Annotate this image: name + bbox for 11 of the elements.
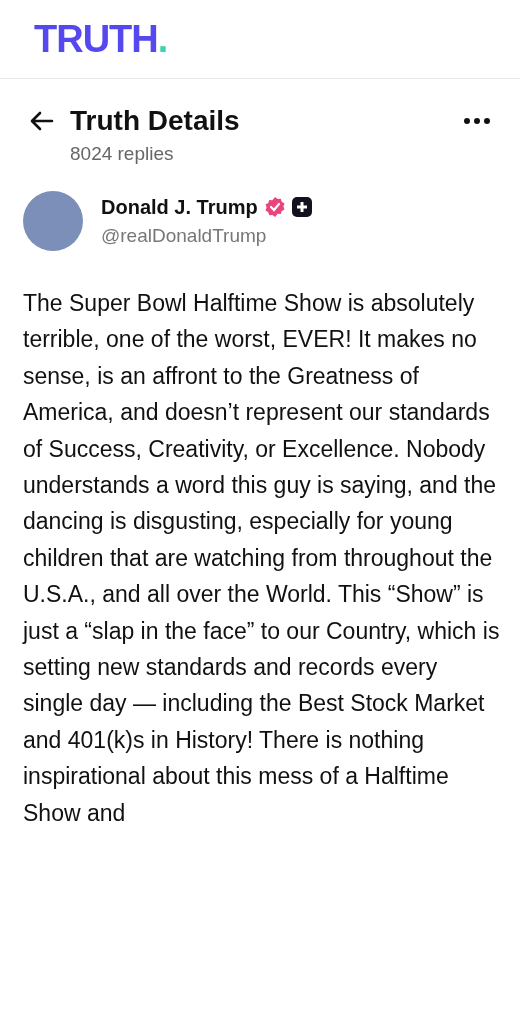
- logo[interactable]: TRUTH.: [34, 20, 168, 58]
- author-name[interactable]: Donald J. Trump: [101, 195, 258, 219]
- back-arrow-icon[interactable]: [30, 111, 54, 131]
- author-handle[interactable]: @realDonaldTrump: [101, 224, 312, 247]
- more-options-icon[interactable]: [464, 118, 490, 124]
- verified-badge-icon: [263, 196, 286, 218]
- reply-count: 8024 replies: [70, 143, 175, 165]
- plus-badge-icon: [291, 197, 312, 217]
- page-title: Truth Details: [70, 105, 241, 137]
- avatar[interactable]: [23, 191, 83, 251]
- post-text: The Super Bowl Halftime Show is absolutely terrible, one of the worst, EVER! It makes no sense, is an affront to the Greatness of America, and doesn’t represent our standards of Success, Creativity, or Excellence. Nobody understands a word this guy is saying, and the dancing is disgusting, especially for young children that are watching from throughout the U.S.A., and all over the World. This “Show” is just a “slap in the face” to our Country, which is setting new standards and records every single day — including the Best Stock Market and 401(k)s in History! There is nothing inspirational about this mess of a Halftime Show and: [21, 289, 501, 828]
